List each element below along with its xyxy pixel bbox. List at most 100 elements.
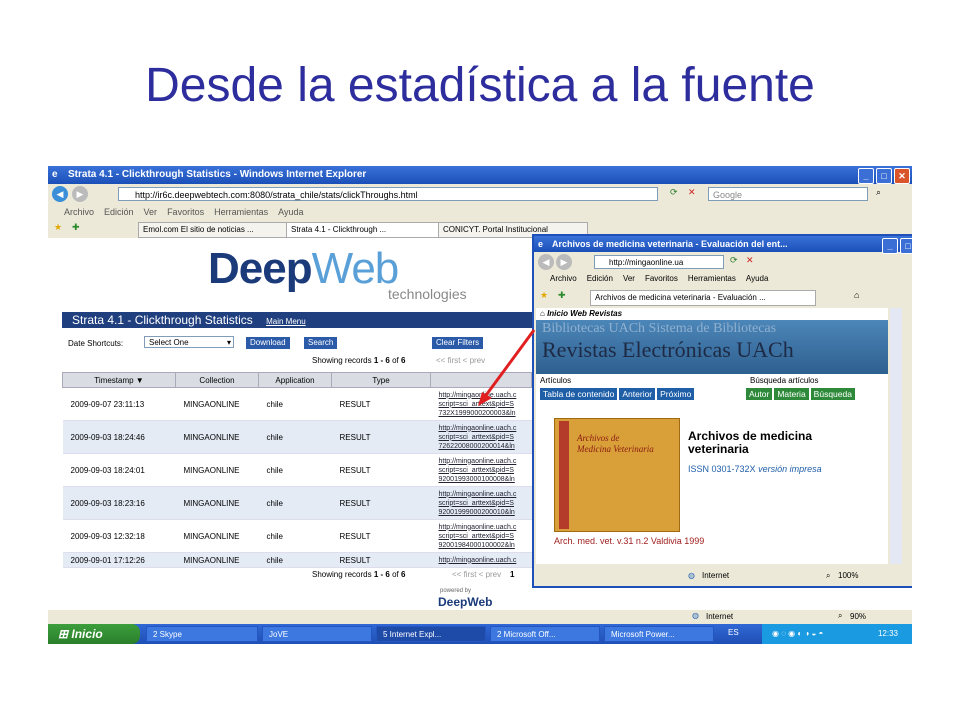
search-button[interactable]: Search xyxy=(304,337,338,349)
popup-titlebar: e Archivos de medicina veterinaria - Eva… xyxy=(534,236,912,254)
cover-title: Archivos de Medicina Veterinaria xyxy=(577,433,654,454)
pager-top[interactable]: << first < prev xyxy=(436,356,485,365)
taskbar-item-powerpoint[interactable]: Microsoft Power... xyxy=(604,626,714,642)
tray-icons[interactable]: ◉ ◌ ◉ ◐ ◑ ◒ ◓ xyxy=(772,629,823,638)
search-icon[interactable]: ⌕ xyxy=(876,187,881,198)
popup-menu-ayuda[interactable]: Ayuda xyxy=(746,272,769,286)
popup-scrollbar[interactable] xyxy=(890,308,902,564)
address-input[interactable]: http://ir6c.deepwebtech.com:8080/strata_… xyxy=(118,187,658,201)
breadcrumb-home-icon: ⌂ xyxy=(540,309,548,318)
popup-menu-ver[interactable]: Ver xyxy=(623,272,635,286)
popup-favorites-star-icon[interactable]: ★ xyxy=(540,290,548,301)
cell-url[interactable]: http://mingaonline.uach.c script=sci_artt… xyxy=(430,486,532,520)
clear-filters-button[interactable]: Clear Filters xyxy=(432,337,484,349)
popup-title: Archivos de medicina veterinaria - Evalu… xyxy=(552,239,788,249)
cell-url[interactable]: http://mingaonline.uach.c script=sci_artt… xyxy=(430,420,532,454)
banner-top-text: Bibliotecas UACh Sistema de Bibliotecas xyxy=(542,321,777,336)
table-row: 2009-09-03 18:24:01 MINGAONLINE chile RE… xyxy=(62,453,532,487)
cell-url[interactable]: http://mingaonline.uach.c script=sci_artt… xyxy=(430,453,532,487)
menu-ver[interactable]: Ver xyxy=(144,204,158,220)
articulos-label: Artículos xyxy=(540,376,572,385)
menu-archivo[interactable]: Archivo xyxy=(64,204,94,220)
add-favorite-icon[interactable]: ✚ xyxy=(72,222,80,233)
popup-stop-icon[interactable]: ✕ xyxy=(746,255,754,266)
showing-records-top: Showing records 1 - 6 of 6 xyxy=(312,356,406,365)
taskbar-item-skype[interactable]: 2 Skype xyxy=(146,626,258,642)
cell-application: chile xyxy=(258,519,332,553)
date-shortcuts-select[interactable]: Select One ▾ xyxy=(144,336,234,348)
slide-title: Desde la estadística a la fuente xyxy=(145,59,815,112)
address-toolbar: ◀ ▶ http://ir6c.deepwebtech.com:8080/str… xyxy=(48,184,912,204)
popup-page: ⌂ Inicio Web Revistas Bibliotecas UACh S… xyxy=(536,308,888,564)
taskbar-item-office[interactable]: 2 Microsoft Off... xyxy=(490,626,600,642)
main-menu-link[interactable]: Main Menu xyxy=(266,317,306,326)
close-button[interactable]: ✕ xyxy=(894,168,910,184)
table-row: 2009-09-07 23:11:13 MINGAONLINE chile RE… xyxy=(62,387,532,421)
popup-menu-herramientas[interactable]: Herramientas xyxy=(688,272,736,286)
screenshot: e Strata 4.1 - Clickthrough Statistics -… xyxy=(48,166,912,644)
back-button[interactable]: ◀ xyxy=(52,186,68,202)
cell-type: RESULT xyxy=(331,519,431,553)
date-shortcuts-label: Date Shortcuts: xyxy=(68,339,124,348)
tabla-contenido-button[interactable]: Tabla de contenido xyxy=(540,388,618,400)
popup-menu-edicion[interactable]: Edición xyxy=(587,272,613,286)
start-button[interactable]: ⊞ Inicio xyxy=(48,624,140,644)
popup-status-zoom[interactable]: 100% xyxy=(838,568,858,584)
popup-address-toolbar: ◀ ▶ http://mingaonline.ua ⟳ ✕ xyxy=(534,252,912,272)
refresh-icon[interactable]: ⟳ xyxy=(670,187,678,198)
menu-herramientas[interactable]: Herramientas xyxy=(214,204,268,220)
logo-subtitle: technologies xyxy=(388,286,467,302)
busqueda-label: Búsqueda artículos xyxy=(750,376,819,385)
popup-home-icon[interactable]: ⌂ xyxy=(854,290,859,300)
minimize-button[interactable]: _ xyxy=(858,168,874,184)
popup-breadcrumb: ⌂ Inicio Web Revistas xyxy=(540,309,623,318)
popup-forward-button[interactable]: ▶ xyxy=(556,254,572,270)
popup-globe-icon: ◍ xyxy=(688,571,695,580)
cell-application: chile xyxy=(258,486,332,520)
tab-emol[interactable]: Emol.com El sitio de noticias ... xyxy=(138,222,288,238)
status-zoom[interactable]: 90% xyxy=(850,612,866,621)
stop-icon[interactable]: ✕ xyxy=(688,187,696,198)
taskbar-item-jove[interactable]: JoVE xyxy=(262,626,372,642)
cell-collection: MINGAONLINE xyxy=(175,519,259,553)
cell-application: chile xyxy=(258,387,332,421)
cell-url[interactable]: http://mingaonline.uach.c xyxy=(430,552,532,568)
popup-menu-archivo[interactable]: Archivo xyxy=(550,272,577,286)
popup-add-favorite-icon[interactable]: ✚ xyxy=(558,290,566,301)
menu-edicion[interactable]: Edición xyxy=(104,204,134,220)
taskbar-item-ie[interactable]: 5 Internet Expl... xyxy=(376,626,486,642)
cell-url[interactable]: http://mingaonline.uach.c script=sci_artt… xyxy=(430,519,532,553)
menu-ayuda[interactable]: Ayuda xyxy=(278,204,303,220)
popup-tab[interactable]: Archivos de medicina veterinaria - Evalu… xyxy=(590,290,816,306)
zoom-icon: ⌕ xyxy=(838,611,843,620)
column-header-timestamp[interactable]: Timestamp ▼ xyxy=(62,372,176,388)
popup-back-button[interactable]: ◀ xyxy=(538,254,554,270)
forward-button[interactable]: ▶ xyxy=(72,186,88,202)
search-input[interactable]: Google xyxy=(708,187,868,201)
autor-button[interactable]: Autor xyxy=(746,388,773,400)
busqueda-button[interactable]: Búsqueda xyxy=(810,388,855,400)
language-indicator[interactable]: ES xyxy=(728,628,739,637)
maximize-button[interactable]: □ xyxy=(876,168,892,184)
column-header-application[interactable]: Application xyxy=(258,372,332,388)
cover-spine xyxy=(559,421,569,529)
anterior-button[interactable]: Anterior xyxy=(619,388,656,400)
pager-bottom[interactable]: << first < prev xyxy=(452,570,501,579)
column-header-collection[interactable]: Collection xyxy=(175,372,259,388)
download-button[interactable]: Download xyxy=(246,337,290,349)
menu-favoritos[interactable]: Favoritos xyxy=(167,204,204,220)
ie-icon: e xyxy=(52,169,58,180)
popup-menu-favoritos[interactable]: Favoritos xyxy=(645,272,678,286)
popup-refresh-icon[interactable]: ⟳ xyxy=(730,255,738,266)
cell-url[interactable]: http://mingaonline.uach.c script=sci_artt… xyxy=(430,387,532,421)
journal-issn: ISSN 0301-732X versión impresa xyxy=(688,464,822,474)
popup-address-input[interactable]: http://mingaonline.ua xyxy=(594,255,724,269)
table-header-row: Timestamp ▼ Collection Application Type xyxy=(62,372,532,388)
tab-strata[interactable]: Strata 4.1 - Clickthrough ... xyxy=(286,222,440,238)
favorites-star-icon[interactable]: ★ xyxy=(54,222,62,233)
proximo-button[interactable]: Próximo xyxy=(657,388,695,400)
cell-collection: MINGAONLINE xyxy=(175,420,259,454)
materia-button[interactable]: Materia xyxy=(774,388,809,400)
column-header-type[interactable]: Type xyxy=(331,372,431,388)
cell-timestamp: 2009-09-01 17:12:26 xyxy=(62,552,176,568)
